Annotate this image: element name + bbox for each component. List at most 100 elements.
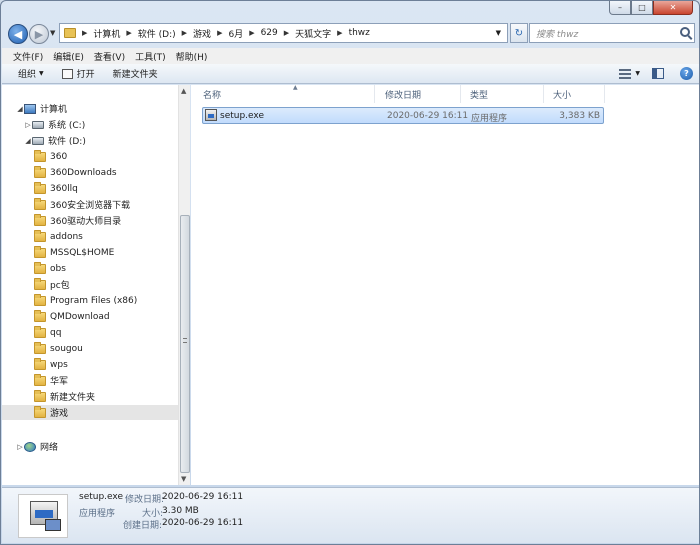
navigation-pane: ◢ 计算机 ▷ 系统 (C:) ◢ 软件 (D:) 360 360Download… (2, 85, 178, 485)
tree-item-drive-c[interactable]: ▷ 系统 (C:) (2, 117, 178, 132)
search-input[interactable]: 搜索 thwz (529, 23, 695, 43)
breadcrumb-drive-d[interactable]: 软件 (D:) (138, 27, 176, 40)
address-row: ◀ ▶ ▼ ▶ 计算机 ▶ 软件 (D:) ▶ 游戏 ▶ 6月 ▶ 629 ▶ … (7, 23, 695, 45)
address-bar[interactable]: ▶ 计算机 ▶ 软件 (D:) ▶ 游戏 ▶ 6月 ▶ 629 ▶ 天狐文字 ▶… (59, 23, 508, 43)
history-dropdown-icon[interactable]: ▼ (50, 29, 55, 37)
breadcrumb-thwz[interactable]: thwz (349, 28, 370, 38)
address-dropdown-icon[interactable]: ▼ (496, 29, 501, 37)
tree-item-folder[interactable]: MSSQL$HOME (2, 245, 178, 260)
minimize-button[interactable]: – (609, 1, 631, 15)
menu-view[interactable]: 查看(V) (94, 50, 125, 63)
tree-item-folder[interactable]: sougou (2, 341, 178, 356)
open-button[interactable]: 打开 (61, 67, 95, 80)
forward-icon[interactable]: ▶ (29, 24, 49, 44)
breadcrumb-629[interactable]: 629 (261, 28, 278, 38)
grip-icon (183, 338, 187, 343)
expand-icon[interactable]: ◢ (24, 137, 32, 145)
tree-item-folder[interactable]: pc包 (2, 277, 178, 292)
column-header-size[interactable]: 大小 (545, 85, 605, 103)
computer-icon (24, 103, 36, 114)
folder-icon (34, 149, 46, 162)
tree-label: 计算机 (40, 105, 68, 115)
chevron-down-icon: ▼ (39, 70, 44, 77)
details-pane: setup.exe 应用程序 修改日期: 2020-06-29 16:11 大小… (2, 487, 699, 543)
column-header-label: 类型 (470, 90, 489, 101)
view-icon[interactable] (619, 68, 632, 79)
expand-icon[interactable]: ◢ (16, 105, 24, 113)
menu-file[interactable]: 文件(F) (13, 50, 43, 63)
folder-icon (34, 261, 46, 274)
sort-ascending-icon: ▲ (293, 84, 298, 91)
help-icon[interactable]: ? (680, 67, 693, 80)
tree-item-folder[interactable]: 360 (2, 149, 178, 164)
command-bar: 组织 ▼ 打开 新建文件夹 ▼ ? (2, 64, 699, 84)
tree-item-drive-d[interactable]: ◢ 软件 (D:) (2, 133, 178, 148)
new-folder-button[interactable]: 新建文件夹 (113, 67, 158, 80)
column-header-modified[interactable]: 修改日期 (377, 85, 461, 103)
tree-item-folder[interactable]: 360驱动大师目录 (2, 213, 178, 228)
breadcrumb-june[interactable]: 6月 (228, 27, 243, 40)
folder-icon (34, 229, 46, 242)
column-header-name[interactable]: 名称 ▲ (195, 84, 375, 103)
organize-label: 组织 (18, 70, 37, 80)
tree-item-computer[interactable]: ◢ 计算机 (2, 101, 178, 116)
close-button[interactable]: ✕ (653, 1, 693, 15)
view-dropdown-icon[interactable]: ▼ (635, 70, 640, 77)
organize-button[interactable]: 组织 ▼ (18, 67, 44, 80)
breadcrumb-games[interactable]: 游戏 (193, 27, 211, 40)
folder-icon (34, 325, 46, 338)
tree-item-folder[interactable]: 360安全浏览器下载 (2, 197, 178, 212)
collapse-icon[interactable]: ▷ (16, 443, 24, 451)
tree-item-folder[interactable]: 华军 (2, 373, 178, 388)
folder-icon (34, 341, 46, 354)
tree-item-folder[interactable]: 新建文件夹 (2, 389, 178, 404)
details-created: 2020-06-29 16:11 (162, 518, 244, 528)
tree-item-folder[interactable]: 360llq (2, 181, 178, 196)
folder-icon (34, 373, 46, 386)
tree-item-folder[interactable]: 游戏 (2, 405, 178, 420)
menu-tools[interactable]: 工具(T) (135, 50, 166, 63)
preview-pane-icon[interactable] (652, 68, 664, 79)
folder-icon (34, 405, 46, 418)
scroll-down-icon[interactable]: ▼ (181, 475, 186, 483)
open-label: 打开 (76, 70, 95, 80)
tree-label: MSSQL$HOME (50, 247, 115, 258)
nav-scrollbar[interactable]: ▲ ▼ (178, 85, 190, 485)
tree-label: qq (50, 327, 62, 338)
file-row[interactable]: setup.exe 2020-06-29 16:11 应用程序 3,383 KB (202, 107, 604, 124)
search-icon[interactable] (680, 27, 690, 37)
tree-item-folder[interactable]: Program Files (x86) (2, 293, 178, 308)
tree-label: 360llq (50, 183, 78, 194)
tree-label: 软件 (D:) (48, 137, 86, 147)
breadcrumb-tianhu[interactable]: 天狐文字 (295, 27, 331, 40)
folder-icon (34, 293, 46, 306)
details-modified-label: 修改日期: (125, 495, 165, 505)
file-modified: 2020-06-29 16:11 (387, 111, 469, 121)
details-created-label: 创建日期: (123, 521, 163, 531)
back-icon[interactable]: ◀ (8, 24, 28, 44)
tree-item-folder[interactable]: 360Downloads (2, 165, 178, 180)
details-size: 3.30 MB (162, 506, 199, 516)
tree-item-network[interactable]: ▷ 网络 (2, 439, 178, 454)
tree-item-folder[interactable]: wps (2, 357, 178, 372)
details-file-type: 应用程序 (79, 509, 116, 519)
refresh-icon[interactable]: ↻ (510, 23, 528, 43)
tree-item-folder[interactable]: addons (2, 229, 178, 244)
maximize-button[interactable]: □ (631, 1, 653, 15)
tree-item-folder[interactable]: QMDownload (2, 309, 178, 324)
breadcrumb-computer[interactable]: 计算机 (93, 27, 120, 40)
menu-help[interactable]: 帮助(H) (176, 50, 208, 63)
collapse-icon[interactable]: ▷ (24, 121, 32, 129)
column-header-type[interactable]: 类型 (462, 85, 544, 103)
folder-icon (34, 213, 46, 226)
tree-item-folder[interactable]: obs (2, 261, 178, 276)
folder-icon (34, 245, 46, 258)
scroll-up-icon[interactable]: ▲ (181, 87, 186, 95)
details-modified: 2020-06-29 16:11 (162, 492, 244, 502)
view-controls: ▼ ? (619, 67, 693, 80)
tree-label: pc包 (50, 281, 70, 291)
tree-item-folder[interactable]: qq (2, 325, 178, 340)
tree-label: 华军 (50, 377, 69, 387)
scrollbar-thumb[interactable] (180, 215, 190, 473)
menu-edit[interactable]: 编辑(E) (53, 50, 84, 63)
